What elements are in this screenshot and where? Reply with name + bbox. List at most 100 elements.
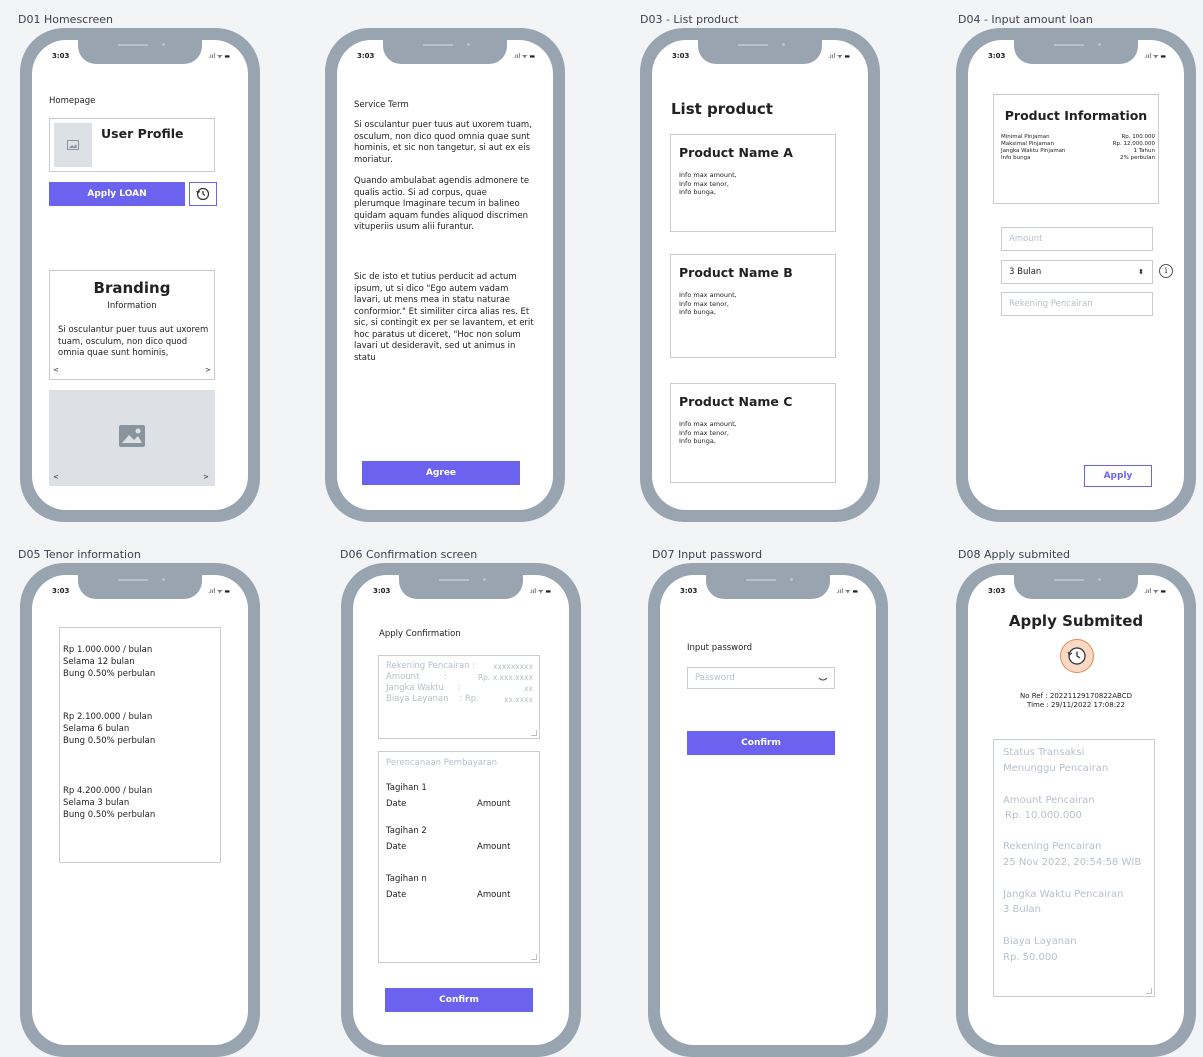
confirm-button[interactable]: Confirm <box>385 988 533 1012</box>
summary-label: Biaya Layanan : Rp. <box>386 694 479 704</box>
product-info-bunga: Info bunga, <box>679 308 716 316</box>
frame-label-d03: D03 - List product <box>640 13 739 26</box>
image-icon <box>67 140 79 150</box>
bill-date: Date <box>386 842 407 852</box>
tenor-amount[interactable]: Rp 1.000.000 / bulan <box>63 645 152 657</box>
product-information-card: Product Information Minimal Pinjaman Rp.… <box>993 94 1159 204</box>
phone-d02: 3:03 .ııl ᯤ ▬ Service Term Si osculantur… <box>325 28 565 522</box>
amount-input[interactable]: Amount <box>1001 227 1153 251</box>
info-icon[interactable]: i <box>1159 264 1173 278</box>
confirmation-summary: Rekening Pencairan : xxxxxxxxx Amount : … <box>378 655 540 739</box>
product-name: Product Name A <box>679 145 793 160</box>
summary-label: Jangka Waktu : <box>386 683 461 693</box>
rekening-input[interactable]: Rekening Pencairan <box>1001 292 1153 316</box>
carousel-next[interactable]: > <box>205 365 211 377</box>
product-info-amount: Info max amount, <box>679 171 737 179</box>
phone-d04: 3:03 .ııl ᯤ ▬ Product Information Minima… <box>956 28 1196 522</box>
detail-label: Amount Pencairan <box>1003 795 1095 806</box>
detail-value: 25 Nov 2022, 20:54:58 WIB <box>1003 857 1142 868</box>
bill-amount: Amount <box>477 799 511 809</box>
phone-d05: 3:03 .ııl ᯤ ▬ Rp 1.000.000 / bulan Selam… <box>20 563 260 1057</box>
status-time: 3:03 <box>52 587 70 595</box>
branding-title: Branding <box>93 279 171 297</box>
eye-closed-icon[interactable] <box>818 677 828 682</box>
term-paragraph-3: Sic de isto et tutius perducit ad actum … <box>354 272 534 363</box>
status-time: 3:03 <box>680 587 698 595</box>
tenor-list: Rp 1.000.000 / bulan Selama 12 bulan Bun… <box>59 627 221 863</box>
screen: 3:03 .ııl ᯤ ▬ List product Product Name … <box>652 40 868 510</box>
resize-grip[interactable] <box>531 954 537 960</box>
summary-label: Rekening Pencairan : <box>386 661 476 671</box>
bill-title: Tagihan n <box>386 874 427 884</box>
history-button[interactable] <box>189 182 217 206</box>
screen: 3:03 .ııl ᯤ ▬ Apply Confirmation Rekenin… <box>353 575 569 1045</box>
product-info-tenor: Info max tenor, <box>679 299 729 308</box>
user-profile-card[interactable]: User Profile <box>49 118 215 172</box>
password-input[interactable]: Password <box>687 667 835 689</box>
product-info-amount: Info max amount, <box>679 291 737 299</box>
screen: 3:03 .ııl ᯤ ▬ Product Information Minima… <box>968 40 1184 510</box>
status-time: 3:03 <box>52 52 70 60</box>
tenor-duration: Selama 3 bulan <box>63 798 130 808</box>
frame-label-d06: D06 Confirmation screen <box>340 548 478 561</box>
product-info-amount: Info max amount, <box>679 420 737 428</box>
status-icons: .ııl ᯤ ▬ <box>513 53 535 60</box>
phone-d07: 3:03 .ııl ᯤ ▬ Input password Password Co… <box>648 563 888 1057</box>
status-time: 3:03 <box>672 52 690 60</box>
summary-value: Rp. x.xxx.xxxx <box>477 673 533 682</box>
confirm-button[interactable]: Confirm <box>687 731 835 755</box>
bill-amount: Amount <box>477 890 511 900</box>
status-icons: .ııl ᯤ ▬ <box>208 588 230 595</box>
frame-label-d05: D05 Tenor information <box>18 548 141 561</box>
transaction-detail-box: Status Transaksi Menunggu Pencairan Amou… <box>993 739 1155 997</box>
reference-number: No Ref : 20221129170822ABCD <box>1020 692 1132 700</box>
banner-carousel[interactable]: < > <box>49 390 215 486</box>
resize-grip[interactable] <box>1146 988 1152 994</box>
product-info-bunga: Info bunga, <box>679 188 716 196</box>
history-icon <box>196 187 210 201</box>
branding-card[interactable]: Branding Information Si osculantur puer … <box>49 270 215 380</box>
screen: 3:03 .ııl ᯤ ▬ Rp 1.000.000 / bulan Selam… <box>32 575 248 1045</box>
notch <box>383 40 507 64</box>
carousel-prev[interactable]: < <box>53 365 59 377</box>
product-name: Product Name C <box>679 394 793 409</box>
status-icons: .ııl ᯤ ▬ <box>1144 588 1166 595</box>
agree-button[interactable]: Agree <box>362 461 520 485</box>
tenor-amount[interactable]: Rp 2.100.000 / bulan <box>63 712 152 724</box>
detail-label: Biaya Layanan <box>1003 936 1077 947</box>
page-title: Service Term <box>354 100 409 110</box>
product-card-b[interactable]: Product Name B Info max amount, Info max… <box>670 254 836 358</box>
info-value-max: Rp. 12,000.000 <box>1112 141 1155 147</box>
tenor-interest: Bung 0.50% perbulan <box>63 669 156 679</box>
status-time: 3:03 <box>357 52 375 60</box>
info-value-tenor: 1 Tahun <box>1133 148 1155 154</box>
bill-title: Tagihan 1 <box>386 783 427 793</box>
product-card-c[interactable]: Product Name C Info max amount, Info max… <box>670 383 836 483</box>
payment-plan-box: Perencanaan Pembayaran Tagihan 1 Date Am… <box>378 751 540 963</box>
phone-d06: 3:03 .ııl ᯤ ▬ Apply Confirmation Rekenin… <box>341 563 581 1057</box>
detail-label: Jangka Waktu Pencairan <box>1003 889 1124 900</box>
tenor-select[interactable]: 3 Bulan ⬍ <box>1001 260 1153 284</box>
avatar <box>54 123 92 167</box>
resize-grip[interactable] <box>531 730 537 736</box>
tenor-interest: Bung 0.50% perbulan <box>63 736 156 746</box>
detail-label: Rekening Pencairan <box>1003 841 1102 852</box>
password-placeholder: Password <box>695 673 735 683</box>
product-card-a[interactable]: Product Name A Info max amount, Info max… <box>670 134 836 232</box>
status-time: 3:03 <box>988 587 1006 595</box>
tenor-amount[interactable]: Rp 4.200.000 / bulan <box>63 786 152 798</box>
phone-d01: 3:03 .ııl ᯤ ▬ Homepage User Profile Appl… <box>20 28 260 522</box>
detail-label: Status Transaksi <box>1003 747 1085 758</box>
frame-label-d08: D08 Apply submited <box>958 548 1071 561</box>
product-info-tenor: Info max tenor, <box>679 179 729 188</box>
page-title: Input password <box>687 643 753 653</box>
frame-label-d07: D07 Input password <box>652 548 763 561</box>
screen: 3:03 .ııl ᯤ ▬ Service Term Si osculantur… <box>337 40 553 510</box>
carousel-prev[interactable]: < <box>53 472 59 484</box>
apply-button[interactable]: Apply <box>1084 465 1152 487</box>
notch <box>78 40 202 64</box>
carousel-next[interactable]: > <box>203 472 209 484</box>
detail-value: Menunggu Pencairan <box>1003 763 1109 774</box>
apply-loan-button[interactable]: Apply LOAN <box>49 182 185 206</box>
status-icons: .ııl ᯤ ▬ <box>529 588 551 595</box>
